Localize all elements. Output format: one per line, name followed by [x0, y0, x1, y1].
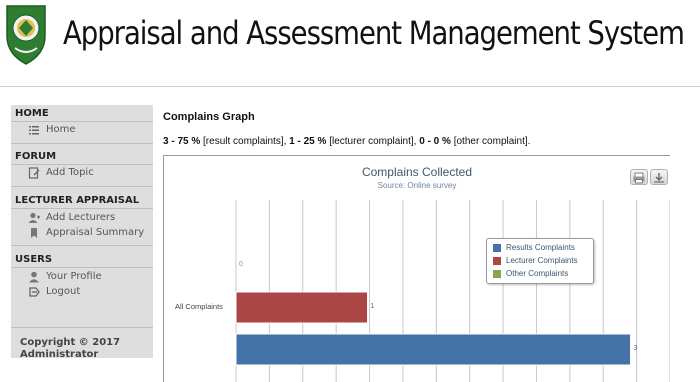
chart-subtitle: Source: Online survey: [377, 181, 457, 190]
add-user-icon: [28, 212, 40, 223]
sidebar-item-label: Logout: [46, 286, 81, 297]
data-label: 3: [633, 344, 638, 352]
legend-swatch: [493, 257, 501, 265]
bar-results-complaints[interactable]: [235, 333, 632, 366]
list-icon: [29, 126, 39, 135]
legend-label: Other Complaints: [506, 269, 569, 278]
page-header: Appraisal and Assessment Management Syst…: [0, 0, 700, 78]
export-chart-button[interactable]: [650, 169, 668, 185]
sidebar-item-label: Add Lecturers: [46, 212, 116, 223]
user-icon: [29, 271, 39, 283]
download-icon: [654, 173, 664, 183]
logout-icon: [29, 287, 40, 297]
complaint-summary: 3 - 75 % [result complaints], 1 - 25 % […: [163, 136, 530, 147]
summary-text-other: [other complaint].: [450, 136, 531, 147]
legend-label: Lecturer Complaints: [506, 256, 578, 265]
sidebar: HOME Home FORUM Add Topic LECTURER APPRA…: [11, 105, 153, 361]
summary-value-lecturer: 1 - 25 %: [289, 136, 327, 147]
divider: [11, 327, 153, 328]
data-label: 0: [239, 260, 243, 268]
divider: [11, 121, 153, 122]
category-label: All Complaints: [175, 302, 223, 311]
copyright: Copyright © 2017 Administrator: [20, 337, 120, 361]
sidebar-item-label: Home: [46, 124, 76, 135]
copyright-line: Copyright © 2017: [20, 337, 121, 348]
sidebar-item-label: Your Profile: [46, 271, 102, 282]
bookmark-icon: [31, 228, 37, 238]
edit-icon: [28, 167, 40, 179]
chart-title: Complains Collected: [361, 165, 473, 179]
sidebar-item-label: Appraisal Summary: [46, 227, 145, 238]
summary-value-other: 0 - 0 %: [419, 136, 451, 147]
sidebar-item-label: Add Topic: [46, 167, 94, 178]
summary-text-results: [result complaints],: [200, 136, 290, 147]
university-logo: [5, 2, 47, 66]
data-label: 1: [370, 302, 375, 310]
divider: [11, 143, 153, 144]
legend-label: Results Complaints: [506, 243, 575, 252]
divider: [11, 267, 153, 268]
app-title: Appraisal and Assessment Management Syst…: [63, 14, 685, 52]
sidebar-section-home: HOME: [15, 108, 49, 119]
page-title: Complains Graph: [163, 111, 255, 123]
divider: [11, 164, 153, 165]
divider: [11, 208, 153, 209]
divider: [11, 186, 153, 187]
sidebar-section-users: USERS: [15, 254, 53, 265]
sidebar-section-lecturer-appraisal: LECTURER APPRAISAL: [15, 195, 140, 206]
summary-value-results: 3 - 75 %: [163, 136, 201, 147]
sidebar-section-forum: FORUM: [15, 151, 57, 162]
printer-icon: [633, 172, 645, 184]
chart-legend: Results Complaints Lecturer Complaints O…: [486, 238, 594, 284]
copyright-author: Administrator: [20, 349, 99, 360]
legend-swatch: [493, 270, 501, 278]
legend-swatch: [493, 244, 501, 252]
bar-lecturer-complaints[interactable]: [235, 291, 369, 324]
chart-container: Complains Collected Source: Online surve…: [163, 155, 670, 382]
summary-text-lecturer: [lecturer complaint],: [326, 136, 420, 147]
divider: [11, 245, 153, 246]
print-chart-button[interactable]: [630, 169, 648, 185]
